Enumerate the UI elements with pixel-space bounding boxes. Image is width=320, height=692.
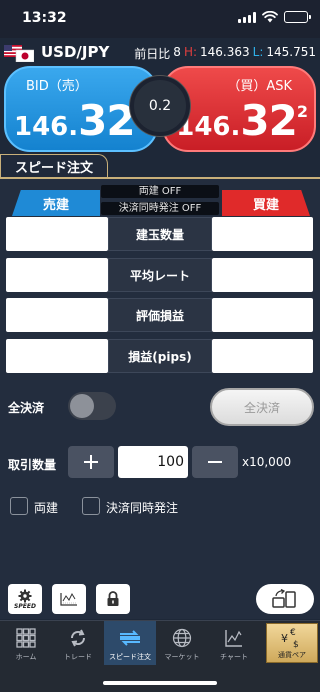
spread-value: 0.2 [130, 76, 190, 136]
position-qty-sell-cell [6, 217, 108, 251]
settle-status-badge: 決済同時発注 OFF [101, 202, 219, 215]
all-settle-label: 全決済 [8, 401, 45, 415]
speed-caption: SPEED [14, 602, 36, 610]
low-value: 145.751 [266, 45, 316, 59]
mini-chart-icon [60, 592, 77, 606]
grid-icon [16, 628, 36, 648]
svg-text:€: € [290, 628, 296, 638]
settle-checkbox[interactable] [82, 497, 100, 515]
chart-settings-button[interactable] [52, 584, 86, 614]
bid-label: BID（売） [26, 79, 88, 94]
ryodate-checkbox-label: 両建 [34, 501, 59, 515]
plus-icon [84, 455, 98, 469]
trade-qty-label: 取引数量 [8, 458, 57, 472]
ryodate-status-badge: 両建 OFF [101, 185, 219, 198]
pl-pips-label: 損益(pips) [108, 339, 212, 373]
speed-order-tab[interactable]: スピード注文 [0, 154, 108, 178]
average-rate-label: 平均レート [108, 258, 212, 292]
lock-button[interactable] [96, 584, 130, 614]
currency-pair-header[interactable]: USD/JPY 前日比 8 H: 146.363 L: 145.751 [0, 38, 320, 66]
lock-icon [107, 591, 119, 606]
tab-market[interactable]: マーケット [156, 621, 208, 665]
price-stats: 前日比 8 H: 146.363 L: 145.751 [134, 45, 316, 62]
pair-name: USD/JPY [41, 43, 110, 61]
tab-currency-pair[interactable]: ¥ € $ 通貨ペア [266, 623, 318, 663]
all-settle-button[interactable]: 全決済 [210, 388, 314, 426]
battery-icon [284, 11, 311, 23]
bid-price: 146. 32 0 [14, 96, 146, 145]
toggle-knob [70, 394, 94, 418]
qty-increase-button[interactable] [68, 446, 114, 478]
ryodate-checkbox[interactable] [10, 497, 28, 515]
prev-ratio-value: 8 [173, 45, 181, 59]
minus-icon [208, 461, 222, 463]
screen-rotate-icon [272, 589, 296, 608]
svg-text:$: $ [293, 640, 299, 650]
settle-checkbox-label: 決済同時発注 [106, 501, 179, 515]
tab-chart-label: チャート [220, 653, 248, 661]
refresh-icon [70, 629, 86, 647]
pl-pips-sell-cell [6, 339, 108, 373]
low-label: L: [252, 45, 264, 59]
home-indicator [103, 681, 217, 685]
tab-home[interactable]: ホーム [0, 621, 52, 665]
speed-icon [120, 630, 140, 646]
status-bar: 13:32 [0, 0, 320, 38]
us-japan-flag-icon [4, 45, 34, 62]
buy-tab[interactable]: 買建 [222, 190, 310, 216]
average-rate-buy-cell [212, 258, 313, 292]
position-qty-row: 建玉数量 [6, 217, 313, 251]
chart-icon [225, 630, 242, 647]
pl-pips-row: 損益(pips) [6, 339, 313, 373]
ask-price-big: 32 [240, 96, 297, 145]
tab-trade[interactable]: トレード [52, 621, 104, 665]
high-label: H: [183, 45, 198, 59]
tab-home-label: ホーム [15, 653, 37, 661]
speed-settings-button[interactable]: SPEED [8, 584, 42, 614]
tab-market-label: マーケット [164, 653, 200, 661]
tab-trade-label: トレード [64, 653, 92, 661]
tab-speed-order-label: スピード注文 [109, 653, 151, 661]
prev-ratio-label: 前日比 [134, 47, 171, 61]
sell-tab[interactable]: 売建 [12, 190, 100, 216]
cellular-signal-icon [238, 11, 256, 23]
bid-price-main: 146. [14, 112, 79, 142]
layout-switch-button[interactable] [256, 584, 314, 614]
gear-icon [18, 589, 32, 602]
valuation-pl-row: 評価損益 [6, 298, 313, 332]
position-qty-label: 建玉数量 [108, 217, 212, 251]
pl-pips-buy-cell [212, 339, 313, 373]
currency-icon: ¥ € $ [281, 628, 299, 650]
tab-speed-order[interactable]: スピード注文 [104, 621, 156, 665]
wifi-icon [262, 11, 278, 23]
ask-price: 146. 32 2 [176, 96, 308, 145]
position-qty-buy-cell [212, 217, 313, 251]
high-value: 146.363 [200, 45, 250, 59]
valuation-pl-sell-cell [6, 298, 108, 332]
qty-input[interactable] [118, 446, 188, 478]
globe-icon [172, 628, 192, 648]
svg-text:¥: ¥ [281, 632, 288, 645]
bid-price-big: 32 [78, 96, 135, 145]
ask-label: （買）ASK [227, 79, 292, 94]
valuation-pl-label: 評価損益 [108, 298, 212, 332]
average-rate-row: 平均レート [6, 258, 313, 292]
status-icons [238, 11, 311, 23]
all-settle-toggle[interactable] [68, 392, 116, 420]
qty-decrease-button[interactable] [192, 446, 238, 478]
average-rate-sell-cell [6, 258, 108, 292]
qty-unit: x10,000 [242, 455, 292, 469]
tab-currency-pair-label: 通貨ペア [278, 651, 306, 659]
status-time: 13:32 [22, 10, 67, 26]
valuation-pl-buy-cell [212, 298, 313, 332]
ask-price-sup: 2 [296, 102, 308, 121]
tab-chart[interactable]: チャート [208, 621, 260, 665]
